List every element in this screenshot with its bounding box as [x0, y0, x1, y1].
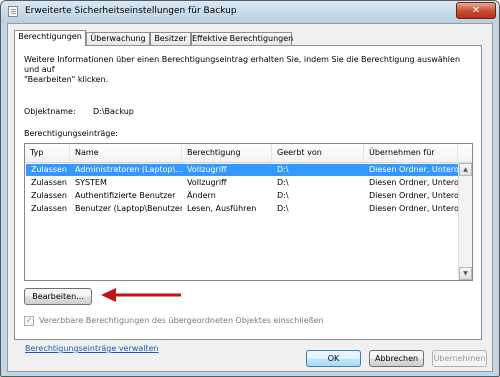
cell-berechtigung: Ändern: [187, 191, 216, 200]
cell-uebernehmen-fuer: Diesen Ordner, Unterordn...: [369, 191, 458, 200]
cell-berechtigung: Lesen, Ausführen: [187, 204, 257, 213]
cell-typ: Zulassen: [31, 178, 68, 187]
cell-geerbt-von: D:\: [277, 178, 289, 187]
tab-ueberwachung[interactable]: Überwachung: [86, 32, 150, 45]
list-header: Typ Name Berechtigung Geerbt von Überneh…: [25, 144, 472, 163]
table-row[interactable]: Zulassen Authentifizierte Benutzer Änder…: [26, 190, 471, 202]
column-header-berechtigung[interactable]: Berechtigung: [182, 144, 272, 162]
info-line-2: "Bearbeiten" klicken.: [24, 75, 109, 84]
scroll-down-button[interactable]: ▼: [459, 267, 472, 280]
info-line-1: Weitere Informationen über einen Berecht…: [24, 55, 461, 74]
permission-entries-label: Berechtigungseinträge:: [24, 129, 118, 138]
manage-permission-entries-link[interactable]: Berechtigungseinträge verwalten: [25, 344, 159, 353]
chevron-down-icon: ▼: [463, 270, 468, 277]
document-icon: [8, 6, 18, 17]
column-header-typ[interactable]: Typ: [25, 144, 70, 162]
cell-name: SYSTEM: [75, 178, 107, 187]
cell-geerbt-von: D:\: [277, 191, 289, 200]
column-header-geerbt-von[interactable]: Geerbt von: [272, 144, 364, 162]
tab-besitzer[interactable]: Besitzer: [150, 32, 191, 45]
dialog-window: Erweiterte Sicherheitseinstellungen für …: [0, 0, 500, 377]
cell-typ: Zulassen: [31, 204, 68, 213]
cell-uebernehmen-fuer: Diesen Ordner, Unterordn...: [369, 178, 458, 187]
cell-berechtigung: Vollzugriff: [187, 165, 227, 174]
cell-berechtigung: Vollzugriff: [187, 178, 227, 187]
scroll-up-button[interactable]: ▲: [459, 163, 472, 176]
table-row[interactable]: Zulassen Administratoren (Laptop\... Vol…: [26, 164, 471, 176]
object-name-label: Objektname:: [24, 107, 76, 116]
dialog-client-area: Berechtigungen Überwachung Besitzer Effe…: [7, 23, 493, 372]
close-button[interactable]: ✕: [456, 2, 496, 19]
vertical-scrollbar[interactable]: ▲ ▼: [458, 163, 472, 280]
cell-geerbt-von: D:\: [277, 204, 289, 213]
inherit-permissions-checkbox[interactable]: ✓: [24, 316, 34, 326]
cell-name: Benutzer (Laptop\Benutzer): [75, 204, 182, 213]
info-text: Weitere Informationen über einen Berecht…: [24, 55, 464, 85]
column-header-uebernehmen-fuer[interactable]: Übernehmen für: [364, 144, 458, 162]
annotation-arrow-icon: [101, 288, 181, 302]
title-bar[interactable]: Erweiterte Sicherheitseinstellungen für …: [1, 1, 499, 23]
edit-button[interactable]: Bearbeiten...: [24, 288, 92, 305]
checkmark-icon: ✓: [25, 316, 33, 325]
cell-name: Authentifizierte Benutzer: [75, 191, 176, 200]
chevron-up-icon: ▲: [463, 166, 468, 173]
window-title: Erweiterte Sicherheitseinstellungen für …: [25, 6, 237, 16]
cancel-button[interactable]: Abbrechen: [369, 350, 424, 367]
cell-typ: Zulassen: [31, 191, 68, 200]
cell-geerbt-von: D:\: [277, 165, 289, 174]
apply-button[interactable]: Übernehmen: [432, 350, 487, 367]
close-icon: ✕: [471, 5, 481, 16]
table-row[interactable]: Zulassen SYSTEM Vollzugriff D:\ Diesen O…: [26, 177, 471, 189]
cell-uebernehmen-fuer: Diesen Ordner, Unterordn...: [369, 165, 458, 174]
ok-button[interactable]: OK: [306, 350, 361, 367]
cell-uebernehmen-fuer: Diesen Ordner, Unterordn...: [369, 204, 458, 213]
object-name-value: D:\Backup: [93, 107, 134, 116]
table-row[interactable]: Zulassen Benutzer (Laptop\Benutzer) Lese…: [26, 203, 471, 215]
cell-name: Administratoren (Laptop\...: [75, 165, 182, 174]
permission-entries-list[interactable]: Typ Name Berechtigung Geerbt von Überneh…: [24, 143, 473, 281]
cell-typ: Zulassen: [31, 165, 68, 174]
column-header-name[interactable]: Name: [70, 144, 182, 162]
permissions-panel: Weitere Informationen über einen Berecht…: [14, 45, 482, 353]
inherit-permissions-label: Vererbbare Berechtigungen des übergeordn…: [39, 316, 324, 325]
tab-effektive-berechtigungen[interactable]: Effektive Berechtigungen: [191, 32, 293, 45]
tab-berechtigungen[interactable]: Berechtigungen: [14, 30, 86, 46]
